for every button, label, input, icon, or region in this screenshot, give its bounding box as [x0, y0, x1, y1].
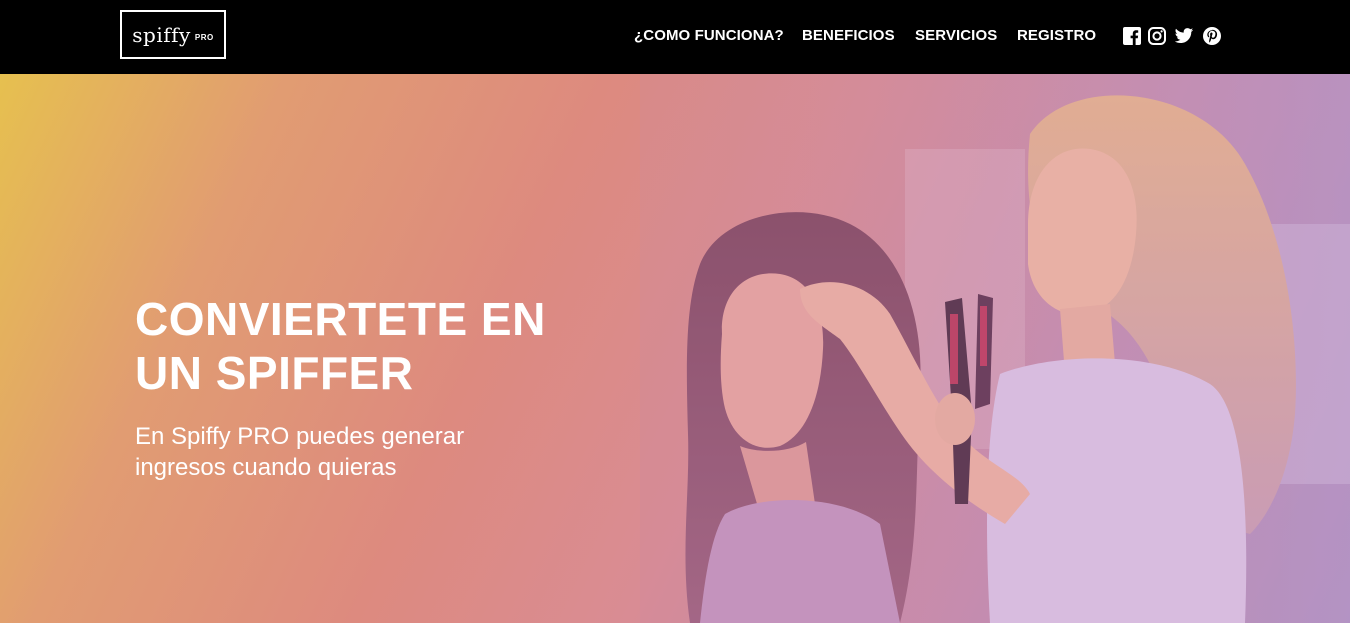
twitter-icon[interactable]	[1174, 26, 1194, 46]
nav-como-funciona[interactable]: ¿COMO FUNCIONA?	[634, 27, 784, 44]
nav-servicios[interactable]: SERVICIOS	[915, 27, 997, 44]
hero-section: CONVIERTETE EN UN SPIFFER En Spiffy PRO …	[0, 74, 1350, 623]
hero-subtitle: En Spiffy PRO puedes generar ingresos cu…	[135, 423, 465, 481]
hero-title: CONVIERTETE EN UN SPIFFER	[135, 293, 546, 399]
landing-page: spiffy PRO ¿COMO FUNCIONA? BENEFICIOS SE…	[0, 0, 1350, 623]
nav-beneficios[interactable]: BENEFICIOS	[802, 27, 895, 44]
pinterest-icon[interactable]	[1202, 26, 1222, 46]
nav-registro[interactable]: REGISTRO	[1017, 27, 1096, 44]
facebook-icon[interactable]	[1122, 26, 1142, 46]
spiffy-pro-logo[interactable]: spiffy PRO	[120, 10, 226, 59]
instagram-icon[interactable]	[1147, 26, 1167, 46]
top-navbar: spiffy PRO ¿COMO FUNCIONA? BENEFICIOS SE…	[0, 0, 1350, 74]
logo-pro-suffix: PRO	[194, 33, 214, 42]
logo-wordmark: spiffy	[132, 22, 191, 47]
